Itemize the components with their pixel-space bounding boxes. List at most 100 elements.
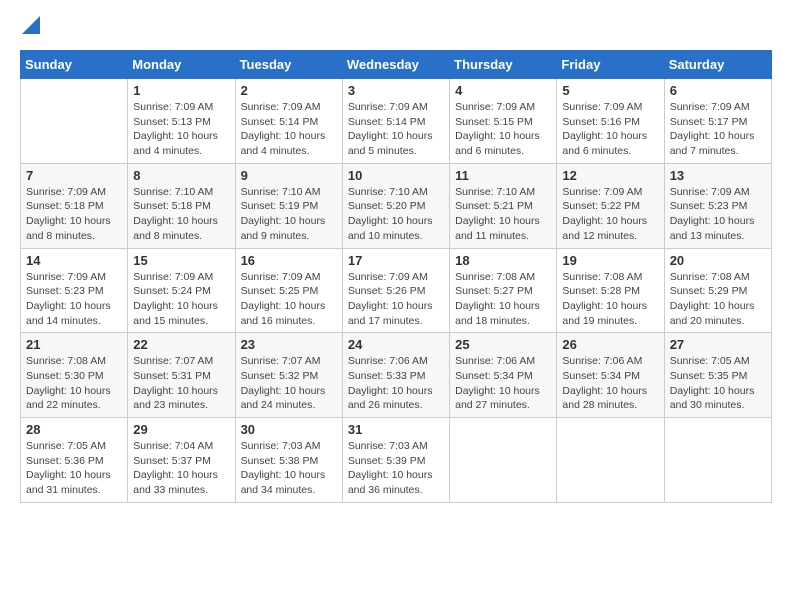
day-number: 9	[241, 168, 337, 183]
calendar-cell	[557, 418, 664, 503]
day-detail: Sunrise: 7:10 AMSunset: 5:20 PMDaylight:…	[348, 185, 444, 244]
day-number: 12	[562, 168, 658, 183]
day-detail: Sunrise: 7:10 AMSunset: 5:21 PMDaylight:…	[455, 185, 551, 244]
day-number: 27	[670, 337, 766, 352]
calendar-cell: 18Sunrise: 7:08 AMSunset: 5:27 PMDayligh…	[450, 248, 557, 333]
calendar-week-row: 14 Sunrise: 7:09 AMSunset: 5:23 PMDayligh…	[21, 248, 772, 333]
calendar-cell: 2 Sunrise: 7:09 AMSunset: 5:14 PMDaylight…	[235, 79, 342, 164]
day-detail: Sunrise: 7:09 AMSunset: 5:24 PMDaylight:…	[133, 270, 229, 329]
calendar-cell: 31 Sunrise: 7:03 AMSunset: 5:39 PMDayligh…	[342, 418, 449, 503]
day-detail: Sunrise: 7:06 AMSunset: 5:34 PMDaylight:…	[455, 354, 551, 413]
day-detail: Sunrise: 7:09 AMSunset: 5:18 PMDaylight:…	[26, 185, 122, 244]
calendar-header-friday: Friday	[557, 51, 664, 79]
calendar-table: SundayMondayTuesdayWednesdayThursdayFrid…	[20, 50, 772, 503]
calendar-cell: 6 Sunrise: 7:09 AMSunset: 5:17 PMDaylight…	[664, 79, 771, 164]
day-number: 6	[670, 83, 766, 98]
calendar-header-wednesday: Wednesday	[342, 51, 449, 79]
calendar-cell: 20 Sunrise: 7:08 AMSunset: 5:29 PMDayligh…	[664, 248, 771, 333]
day-detail: Sunrise: 7:09 AMSunset: 5:14 PMDaylight:…	[348, 100, 444, 159]
day-number: 25	[455, 337, 551, 352]
day-detail: Sunrise: 7:09 AMSunset: 5:15 PMDaylight:…	[455, 100, 551, 159]
calendar-cell: 16 Sunrise: 7:09 AMSunset: 5:25 PMDayligh…	[235, 248, 342, 333]
day-number: 23	[241, 337, 337, 352]
day-detail: Sunrise: 7:08 AMSunset: 5:29 PMDaylight:…	[670, 270, 766, 329]
day-number: 4	[455, 83, 551, 98]
day-number: 1	[133, 83, 229, 98]
day-detail: Sunrise: 7:09 AMSunset: 5:13 PMDaylight:…	[133, 100, 229, 159]
calendar-cell: 1 Sunrise: 7:09 AMSunset: 5:13 PMDaylight…	[128, 79, 235, 164]
calendar-cell	[450, 418, 557, 503]
day-number: 8	[133, 168, 229, 183]
day-detail: Sunrise: 7:06 AMSunset: 5:33 PMDaylight:…	[348, 354, 444, 413]
day-number: 29	[133, 422, 229, 437]
calendar-cell: 5 Sunrise: 7:09 AMSunset: 5:16 PMDaylight…	[557, 79, 664, 164]
calendar-header-saturday: Saturday	[664, 51, 771, 79]
day-number: 22	[133, 337, 229, 352]
day-detail: Sunrise: 7:05 AMSunset: 5:35 PMDaylight:…	[670, 354, 766, 413]
day-number: 13	[670, 168, 766, 183]
calendar-cell: 17Sunrise: 7:09 AMSunset: 5:26 PMDayligh…	[342, 248, 449, 333]
day-number: 24	[348, 337, 444, 352]
day-number: 5	[562, 83, 658, 98]
day-detail: Sunrise: 7:04 AMSunset: 5:37 PMDaylight:…	[133, 439, 229, 498]
day-detail: Sunrise: 7:09 AMSunset: 5:16 PMDaylight:…	[562, 100, 658, 159]
day-number: 3	[348, 83, 444, 98]
calendar-cell: 15 Sunrise: 7:09 AMSunset: 5:24 PMDayligh…	[128, 248, 235, 333]
day-detail: Sunrise: 7:08 AMSunset: 5:27 PMDaylight:…	[455, 270, 551, 329]
calendar-cell: 24 Sunrise: 7:06 AMSunset: 5:33 PMDayligh…	[342, 333, 449, 418]
page-header	[20, 20, 772, 34]
day-detail: Sunrise: 7:07 AMSunset: 5:32 PMDaylight:…	[241, 354, 337, 413]
day-detail: Sunrise: 7:07 AMSunset: 5:31 PMDaylight:…	[133, 354, 229, 413]
calendar-cell: 11Sunrise: 7:10 AMSunset: 5:21 PMDayligh…	[450, 163, 557, 248]
day-detail: Sunrise: 7:09 AMSunset: 5:14 PMDaylight:…	[241, 100, 337, 159]
day-detail: Sunrise: 7:03 AMSunset: 5:38 PMDaylight:…	[241, 439, 337, 498]
day-number: 2	[241, 83, 337, 98]
calendar-cell: 25 Sunrise: 7:06 AMSunset: 5:34 PMDayligh…	[450, 333, 557, 418]
day-number: 19	[562, 253, 658, 268]
day-number: 31	[348, 422, 444, 437]
calendar-cell: 9 Sunrise: 7:10 AMSunset: 5:19 PMDaylight…	[235, 163, 342, 248]
day-number: 16	[241, 253, 337, 268]
day-detail: Sunrise: 7:10 AMSunset: 5:19 PMDaylight:…	[241, 185, 337, 244]
day-detail: Sunrise: 7:09 AMSunset: 5:23 PMDaylight:…	[670, 185, 766, 244]
day-number: 21	[26, 337, 122, 352]
calendar-cell: 4 Sunrise: 7:09 AMSunset: 5:15 PMDaylight…	[450, 79, 557, 164]
calendar-header-monday: Monday	[128, 51, 235, 79]
day-number: 20	[670, 253, 766, 268]
day-detail: Sunrise: 7:08 AMSunset: 5:28 PMDaylight:…	[562, 270, 658, 329]
calendar-cell: 23 Sunrise: 7:07 AMSunset: 5:32 PMDayligh…	[235, 333, 342, 418]
day-detail: Sunrise: 7:05 AMSunset: 5:36 PMDaylight:…	[26, 439, 122, 498]
calendar-cell	[21, 79, 128, 164]
calendar-cell: 21 Sunrise: 7:08 AMSunset: 5:30 PMDayligh…	[21, 333, 128, 418]
calendar-cell: 22 Sunrise: 7:07 AMSunset: 5:31 PMDayligh…	[128, 333, 235, 418]
day-number: 10	[348, 168, 444, 183]
day-detail: Sunrise: 7:08 AMSunset: 5:30 PMDaylight:…	[26, 354, 122, 413]
calendar-cell: 14 Sunrise: 7:09 AMSunset: 5:23 PMDayligh…	[21, 248, 128, 333]
calendar-header-tuesday: Tuesday	[235, 51, 342, 79]
calendar-cell: 12 Sunrise: 7:09 AMSunset: 5:22 PMDayligh…	[557, 163, 664, 248]
calendar-cell: 28Sunrise: 7:05 AMSunset: 5:36 PMDayligh…	[21, 418, 128, 503]
day-number: 17	[348, 253, 444, 268]
calendar-cell: 30Sunrise: 7:03 AMSunset: 5:38 PMDayligh…	[235, 418, 342, 503]
day-number: 14	[26, 253, 122, 268]
calendar-week-row: 1 Sunrise: 7:09 AMSunset: 5:13 PMDaylight…	[21, 79, 772, 164]
calendar-week-row: 7Sunrise: 7:09 AMSunset: 5:18 PMDaylight…	[21, 163, 772, 248]
calendar-header-thursday: Thursday	[450, 51, 557, 79]
logo-icon	[22, 16, 40, 34]
day-detail: Sunrise: 7:09 AMSunset: 5:17 PMDaylight:…	[670, 100, 766, 159]
day-number: 15	[133, 253, 229, 268]
calendar-cell: 8 Sunrise: 7:10 AMSunset: 5:18 PMDaylight…	[128, 163, 235, 248]
calendar-header-sunday: Sunday	[21, 51, 128, 79]
day-detail: Sunrise: 7:09 AMSunset: 5:23 PMDaylight:…	[26, 270, 122, 329]
day-detail: Sunrise: 7:09 AMSunset: 5:22 PMDaylight:…	[562, 185, 658, 244]
calendar-cell: 29 Sunrise: 7:04 AMSunset: 5:37 PMDayligh…	[128, 418, 235, 503]
day-detail: Sunrise: 7:09 AMSunset: 5:25 PMDaylight:…	[241, 270, 337, 329]
day-detail: Sunrise: 7:10 AMSunset: 5:18 PMDaylight:…	[133, 185, 229, 244]
calendar-cell: 10 Sunrise: 7:10 AMSunset: 5:20 PMDayligh…	[342, 163, 449, 248]
day-detail: Sunrise: 7:03 AMSunset: 5:39 PMDaylight:…	[348, 439, 444, 498]
calendar-cell: 7Sunrise: 7:09 AMSunset: 5:18 PMDaylight…	[21, 163, 128, 248]
calendar-cell: 19 Sunrise: 7:08 AMSunset: 5:28 PMDayligh…	[557, 248, 664, 333]
calendar-cell: 27 Sunrise: 7:05 AMSunset: 5:35 PMDayligh…	[664, 333, 771, 418]
calendar-body: 1 Sunrise: 7:09 AMSunset: 5:13 PMDaylight…	[21, 79, 772, 503]
calendar-week-row: 21 Sunrise: 7:08 AMSunset: 5:30 PMDayligh…	[21, 333, 772, 418]
